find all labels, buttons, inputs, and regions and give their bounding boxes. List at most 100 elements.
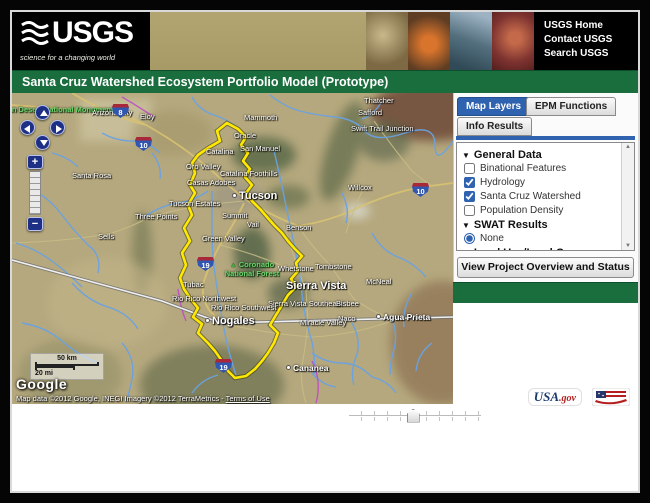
tab-info-results[interactable]: Info Results [457, 117, 532, 136]
checkbox-input-santa-cruz-watershed[interactable] [464, 191, 475, 202]
map-label-summit: Summit [222, 211, 247, 220]
checkbox-santa-cruz-watershed[interactable]: Santa Cruz Watershed [464, 191, 619, 202]
view-project-overview-button[interactable]: View Project Overview and Status [457, 257, 634, 278]
scale-km-label: 50 km [35, 355, 99, 362]
usgs-home-link[interactable]: USGS Home [544, 19, 638, 33]
map-label-agua-prieta: Agua Prieta [376, 312, 430, 322]
usagov-logo[interactable]: USA.gov [528, 388, 582, 406]
map-label-casas-adobes: Casas Adobes [187, 178, 235, 187]
section-title: SWAT Results [474, 219, 548, 231]
map-label-tombstone: Tombstone [315, 262, 352, 271]
tabs-accent-bar [456, 136, 635, 140]
map-canvas[interactable]: Sonoran Desert National MonumentArizona … [12, 93, 453, 404]
map-label-rio-rico-northwest: Rio Rico Northwest [172, 294, 236, 303]
checkbox-population-density[interactable]: Population Density [464, 205, 619, 216]
option-label: Population Density [480, 205, 563, 216]
checkbox-hydrology[interactable]: Hydrology [464, 177, 619, 188]
flag-logo[interactable] [592, 388, 630, 406]
search-usgs-link[interactable]: Search USGS [544, 47, 638, 61]
collage-butterfly-photo [408, 12, 450, 70]
usgs-waves-icon [20, 18, 50, 51]
map-label-rio-rico-southwest: Rio Rico Southwest [211, 303, 276, 312]
pan-left-button[interactable] [20, 120, 35, 135]
scroll-up-icon[interactable]: ▲ [625, 144, 631, 150]
usgs-tagline: science for a changing world [20, 53, 146, 62]
pan-up-button[interactable] [35, 105, 50, 120]
panel-rows: ▼General DataBinational FeaturesHydrolog… [457, 143, 621, 250]
collage-redrock-photo [492, 12, 534, 70]
checkbox-input-binational-features[interactable] [464, 163, 475, 174]
map-zoom-in-button[interactable]: + [27, 155, 43, 169]
map-label-mcneal: McNeal [366, 277, 391, 286]
city-marker-icon [205, 318, 210, 323]
map-label-oracle: Oracle [234, 131, 256, 140]
collapse-triangle-icon: ▼ [462, 221, 470, 230]
map-label-bisbee: Bisbee [336, 299, 359, 308]
radio-input-none[interactable] [464, 233, 475, 244]
contact-usgs-link[interactable]: Contact USGS [544, 33, 638, 47]
map-label-vail: Vail [247, 220, 259, 229]
footer-logos: USA.gov [528, 388, 630, 406]
map-label-eloy: Eloy [140, 112, 155, 121]
usgs-header: USGS science for a changing world USGS H… [12, 12, 638, 70]
checkbox-binational-features[interactable]: Binational Features [464, 163, 619, 174]
main-area: Sonoran Desert National MonumentArizona … [12, 93, 638, 282]
map-label-sierra-vista: Sierra Vista [286, 280, 346, 292]
map-label-cananea: Cananea [286, 363, 328, 373]
section-header-swat-results[interactable]: ▼ SWAT Results [462, 219, 619, 231]
section-header-land-use-land-cover[interactable]: ▼Land Use/Land Cover [462, 247, 619, 250]
map-column: Sonoran Desert National MonumentArizona … [12, 93, 453, 282]
map-pan-control [20, 105, 66, 151]
pan-right-button[interactable] [50, 120, 65, 135]
collage-map-photo [366, 12, 408, 70]
layers-panel: Map Layers EPM Functions Info Results ▼G… [453, 93, 638, 282]
usagov-gov-text: .gov [559, 393, 576, 404]
arrow-down-icon [40, 140, 48, 146]
panel-scrollbar[interactable]: ▲ ▼ [621, 143, 634, 250]
tab-epm-functions[interactable]: EPM Functions [526, 97, 616, 116]
arrow-right-icon [56, 125, 62, 133]
map-label-three-points: Three Points [135, 212, 178, 221]
header-photo-collage [366, 12, 534, 70]
app-window: USGS science for a changing world USGS H… [10, 10, 640, 493]
map-label-willcox: Willcox [348, 183, 372, 192]
screenshot-frame: USGS science for a changing world USGS H… [0, 0, 650, 503]
overlay-transparency-slider[interactable] [349, 408, 481, 424]
google-logo[interactable]: Google [16, 376, 67, 392]
map-label-nogales: Nogales [205, 315, 255, 327]
option-label: Santa Cruz Watershed [480, 191, 581, 202]
map-label-miracle-valley: Miracle Valley [300, 318, 346, 327]
usgs-logo[interactable]: USGS science for a changing world [12, 12, 150, 70]
checkbox-input-hydrology[interactable] [464, 177, 475, 188]
collage-canyon-photo [450, 12, 492, 70]
panel-tabs: Map Layers EPM Functions Info Results [456, 96, 635, 136]
scroll-down-icon[interactable]: ▼ [625, 243, 631, 249]
map-label-catalina-foothills: Catalina Foothills [220, 169, 278, 178]
tab-map-layers[interactable]: Map Layers [457, 97, 530, 116]
map-label-thatcher: Thatcher [364, 96, 394, 105]
header-links: USGS Home Contact USGS Search USGS [534, 12, 638, 70]
city-marker-icon [232, 193, 237, 198]
terms-of-use-link[interactable]: Terms of Use [226, 394, 270, 403]
checkbox-input-population-density[interactable] [464, 205, 475, 216]
map-label-tucson: Tucson [232, 190, 277, 202]
radio-none-swat[interactable]: None [464, 233, 619, 244]
map-label-catalina: Catalina [206, 147, 234, 156]
attribution-text: Map data ©2012 Google, INEGI Imagery ©20… [16, 394, 224, 403]
map-zoom-out-button[interactable]: − [27, 217, 43, 231]
map-label-swift-trail-junction: Swift Trail Junction [351, 124, 414, 133]
pan-down-button[interactable] [35, 135, 50, 150]
map-zoom-slider[interactable] [29, 171, 41, 215]
option-label: None [480, 233, 504, 244]
section-title: Land Use/Land Cover [474, 247, 587, 250]
map-label-green-valley: Green Valley [202, 234, 245, 243]
section-title: General Data [474, 149, 542, 161]
tree-icon: ▲ [230, 262, 237, 269]
section-header-general-data[interactable]: ▼General Data [462, 149, 619, 161]
map-label-mammoth: Mammoth [244, 113, 277, 122]
usagov-usa-text: USA [534, 389, 559, 404]
option-label: Binational Features [480, 163, 566, 174]
city-marker-icon [376, 314, 381, 319]
map-label-sells: Sells [98, 232, 114, 241]
city-marker-icon [286, 365, 291, 370]
